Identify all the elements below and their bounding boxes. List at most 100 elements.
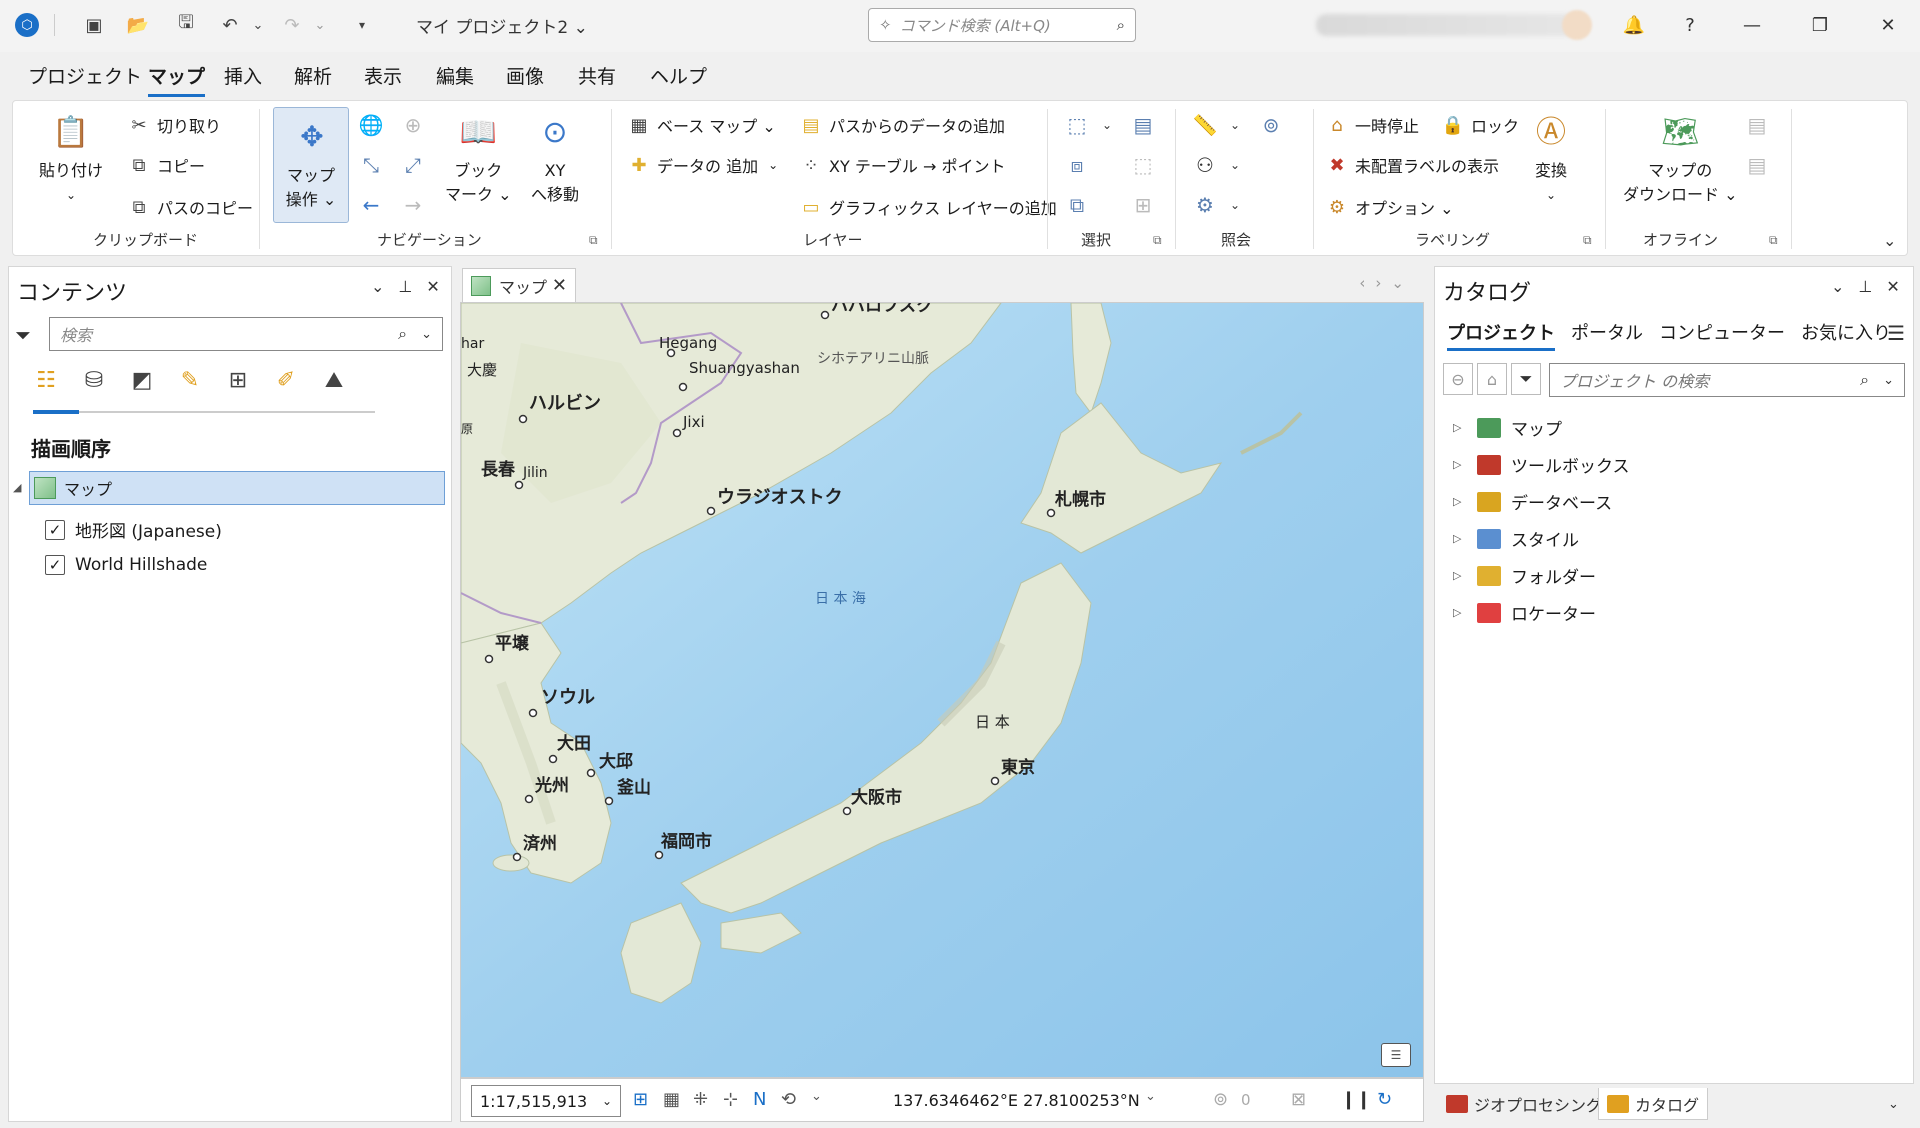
- add-from-path-button[interactable]: ▤ パスからのデータの追加: [799, 113, 1005, 137]
- expand-arrow-icon[interactable]: ▷: [1453, 495, 1471, 508]
- tab-edit[interactable]: 編集: [436, 62, 474, 89]
- pause-labeling-button[interactable]: ⌂ 一時停止: [1325, 113, 1419, 137]
- add-data-button[interactable]: ✚ データの 追加 ⌄: [627, 153, 778, 177]
- chevron-down-icon[interactable]: ⌄: [1221, 151, 1249, 179]
- clear-selection-icon[interactable]: ⬚: [1129, 151, 1157, 179]
- label-conflict-icon[interactable]: ⊚: [1213, 1089, 1228, 1110]
- catalog-tab-favorites[interactable]: お気に入り: [1801, 319, 1891, 345]
- new-project-icon[interactable]: ▣: [78, 10, 110, 40]
- map-view-tab[interactable]: マップ ✕: [462, 268, 576, 302]
- expand-arrow-icon[interactable]: ▷: [1453, 532, 1471, 545]
- catalog-item-maps[interactable]: ▷ マップ: [1453, 415, 1562, 440]
- expand-arrow-icon[interactable]: ▷: [1453, 606, 1471, 619]
- tree-item-map[interactable]: マップ: [29, 471, 445, 505]
- minimize-icon[interactable]: —: [1732, 10, 1772, 40]
- catalog-item-toolboxes[interactable]: ▷ ツールボックス: [1453, 452, 1630, 477]
- filter-status-icon[interactable]: ⊠: [1291, 1089, 1306, 1110]
- basemap-button[interactable]: ▦ ベース マップ ⌄: [627, 113, 775, 137]
- expand-arrow-icon[interactable]: ▷: [1453, 458, 1471, 471]
- layer-row[interactable]: ✓ 地形図 (Japanese): [45, 517, 222, 542]
- tab-help[interactable]: ヘルプ: [650, 62, 707, 89]
- explore-button[interactable]: ✥ マップ 操作 ⌄: [273, 107, 349, 223]
- download-map-button[interactable]: 🗺 マップの ダウンロード ⌄: [1623, 111, 1738, 207]
- layer-checkbox[interactable]: ✓: [45, 555, 65, 575]
- scale-selector[interactable]: 1:17,515,913 ⌄: [471, 1085, 621, 1117]
- coordinate-conversion-icon[interactable]: ⚙: [1191, 191, 1219, 219]
- dialog-launcher-icon[interactable]: ⧉: [1583, 233, 1592, 248]
- unplaced-labels-button[interactable]: ✖ 未配置ラベルの表示: [1325, 153, 1499, 177]
- data-source-icon[interactable]: ⛁: [77, 363, 111, 397]
- tab-navigation-icon[interactable]: ‹›⌄: [1359, 274, 1414, 292]
- attributes-icon[interactable]: ⊞: [1129, 191, 1157, 219]
- menu-icon[interactable]: ☰: [1887, 321, 1905, 345]
- expand-arrow-icon[interactable]: ▷: [1453, 421, 1471, 434]
- pause-drawing-icon[interactable]: ❙❙: [1341, 1089, 1371, 1110]
- catalog-item-folders[interactable]: ▷ フォルダー: [1453, 563, 1596, 588]
- catalog-search-input[interactable]: プロジェクト の検索 ⌕ ⌄: [1549, 363, 1905, 397]
- copy-button[interactable]: ⧉ コピー: [127, 153, 205, 177]
- zoom-to-selection-icon[interactable]: ⧉: [1063, 191, 1091, 219]
- help-icon[interactable]: ?: [1670, 10, 1710, 40]
- chevron-down-icon[interactable]: ⌄: [1880, 1088, 1907, 1120]
- collapse-ribbon-icon[interactable]: ⌄: [1883, 231, 1896, 250]
- chevron-down-icon[interactable]: ⌄: [1145, 1089, 1156, 1104]
- catalog-tab-project[interactable]: プロジェクト: [1447, 319, 1555, 351]
- dialog-launcher-icon[interactable]: ⧉: [589, 233, 598, 248]
- tab-imagery[interactable]: 画像: [506, 62, 544, 89]
- redo-dropdown-icon[interactable]: ⌄: [308, 10, 332, 40]
- selection-view-icon[interactable]: ◩: [125, 363, 159, 397]
- rotation-icon[interactable]: ⟲: [781, 1089, 796, 1110]
- convert-button[interactable]: Ⓐ 変換 ⌄: [1529, 111, 1573, 207]
- snapping-icon[interactable]: ⁜: [693, 1089, 708, 1110]
- editing-view-icon[interactable]: ✎: [173, 363, 207, 397]
- filter-icon[interactable]: ⏷: [15, 323, 31, 347]
- undo-dropdown-icon[interactable]: ⌄: [246, 10, 270, 40]
- chevron-down-icon[interactable]: ⌄: [1831, 277, 1844, 296]
- tab-catalog[interactable]: カタログ: [1598, 1088, 1709, 1120]
- tab-analysis[interactable]: 解析: [294, 62, 332, 89]
- chevron-down-icon[interactable]: ⌄: [371, 277, 384, 296]
- catalog-tab-computer[interactable]: コンピューター: [1659, 319, 1785, 345]
- tab-geoprocessing[interactable]: ジオプロセシング: [1438, 1088, 1610, 1120]
- snapping-view-icon[interactable]: ⊞: [221, 363, 255, 397]
- layer-row[interactable]: ✓ World Hillshade: [45, 555, 207, 575]
- close-icon[interactable]: ✕: [426, 277, 439, 296]
- refresh-icon[interactable]: ↻: [1377, 1089, 1392, 1110]
- zoom-out-fixed-icon[interactable]: ⤢: [399, 151, 427, 179]
- perspective-view-icon[interactable]: ⛰: [317, 363, 351, 397]
- next-extent-icon[interactable]: →: [399, 191, 427, 219]
- back-icon[interactable]: ⊖: [1443, 363, 1473, 395]
- catalog-item-styles[interactable]: ▷ スタイル: [1453, 526, 1579, 551]
- constraint-icon[interactable]: ⊹: [723, 1089, 738, 1110]
- tab-project[interactable]: プロジェクト: [28, 62, 142, 89]
- dialog-launcher-icon[interactable]: ⧉: [1153, 233, 1162, 248]
- zoom-in-fixed-icon[interactable]: ⤡: [357, 151, 385, 179]
- home-icon[interactable]: ⌂: [1477, 363, 1507, 395]
- catalog-item-locators[interactable]: ▷ ロケーター: [1453, 600, 1596, 625]
- catalog-item-databases[interactable]: ▷ データベース: [1453, 489, 1612, 514]
- layer-checkbox[interactable]: ✓: [45, 519, 65, 540]
- remove-offline-icon[interactable]: ▤: [1743, 151, 1771, 179]
- locate-icon[interactable]: ⊚: [1257, 111, 1285, 139]
- north-arrow-icon[interactable]: N: [753, 1089, 766, 1110]
- go-to-xy-button[interactable]: ⊙ XY へ移動: [531, 111, 579, 207]
- dialog-launcher-icon[interactable]: ⧉: [1769, 233, 1778, 248]
- restore-icon[interactable]: ❐: [1800, 10, 1840, 40]
- zoom-selected-icon[interactable]: ⊕: [399, 111, 427, 139]
- redo-icon[interactable]: ↷: [276, 10, 308, 40]
- sync-icon[interactable]: ▤: [1743, 111, 1771, 139]
- catalog-tab-portal[interactable]: ポータル: [1571, 319, 1643, 345]
- tab-share[interactable]: 共有: [578, 62, 616, 89]
- select-by-attributes-icon[interactable]: ▤: [1129, 111, 1157, 139]
- undo-icon[interactable]: ↶: [214, 10, 246, 40]
- chevron-down-icon[interactable]: ⌄: [1221, 111, 1249, 139]
- drawing-order-icon[interactable]: ☷: [29, 363, 63, 397]
- full-extent-icon[interactable]: 🌐: [357, 111, 385, 139]
- pin-icon[interactable]: ⊥: [1858, 277, 1872, 296]
- select-icon[interactable]: ⬚: [1063, 111, 1091, 139]
- paste-button[interactable]: 📋 貼り付け ⌄: [39, 111, 103, 207]
- user-name[interactable]: [1316, 14, 1576, 36]
- select-by-location-icon[interactable]: ⧈: [1063, 151, 1091, 179]
- tab-map[interactable]: マップ: [148, 62, 206, 97]
- chevron-down-icon[interactable]: ⌄: [1093, 111, 1121, 139]
